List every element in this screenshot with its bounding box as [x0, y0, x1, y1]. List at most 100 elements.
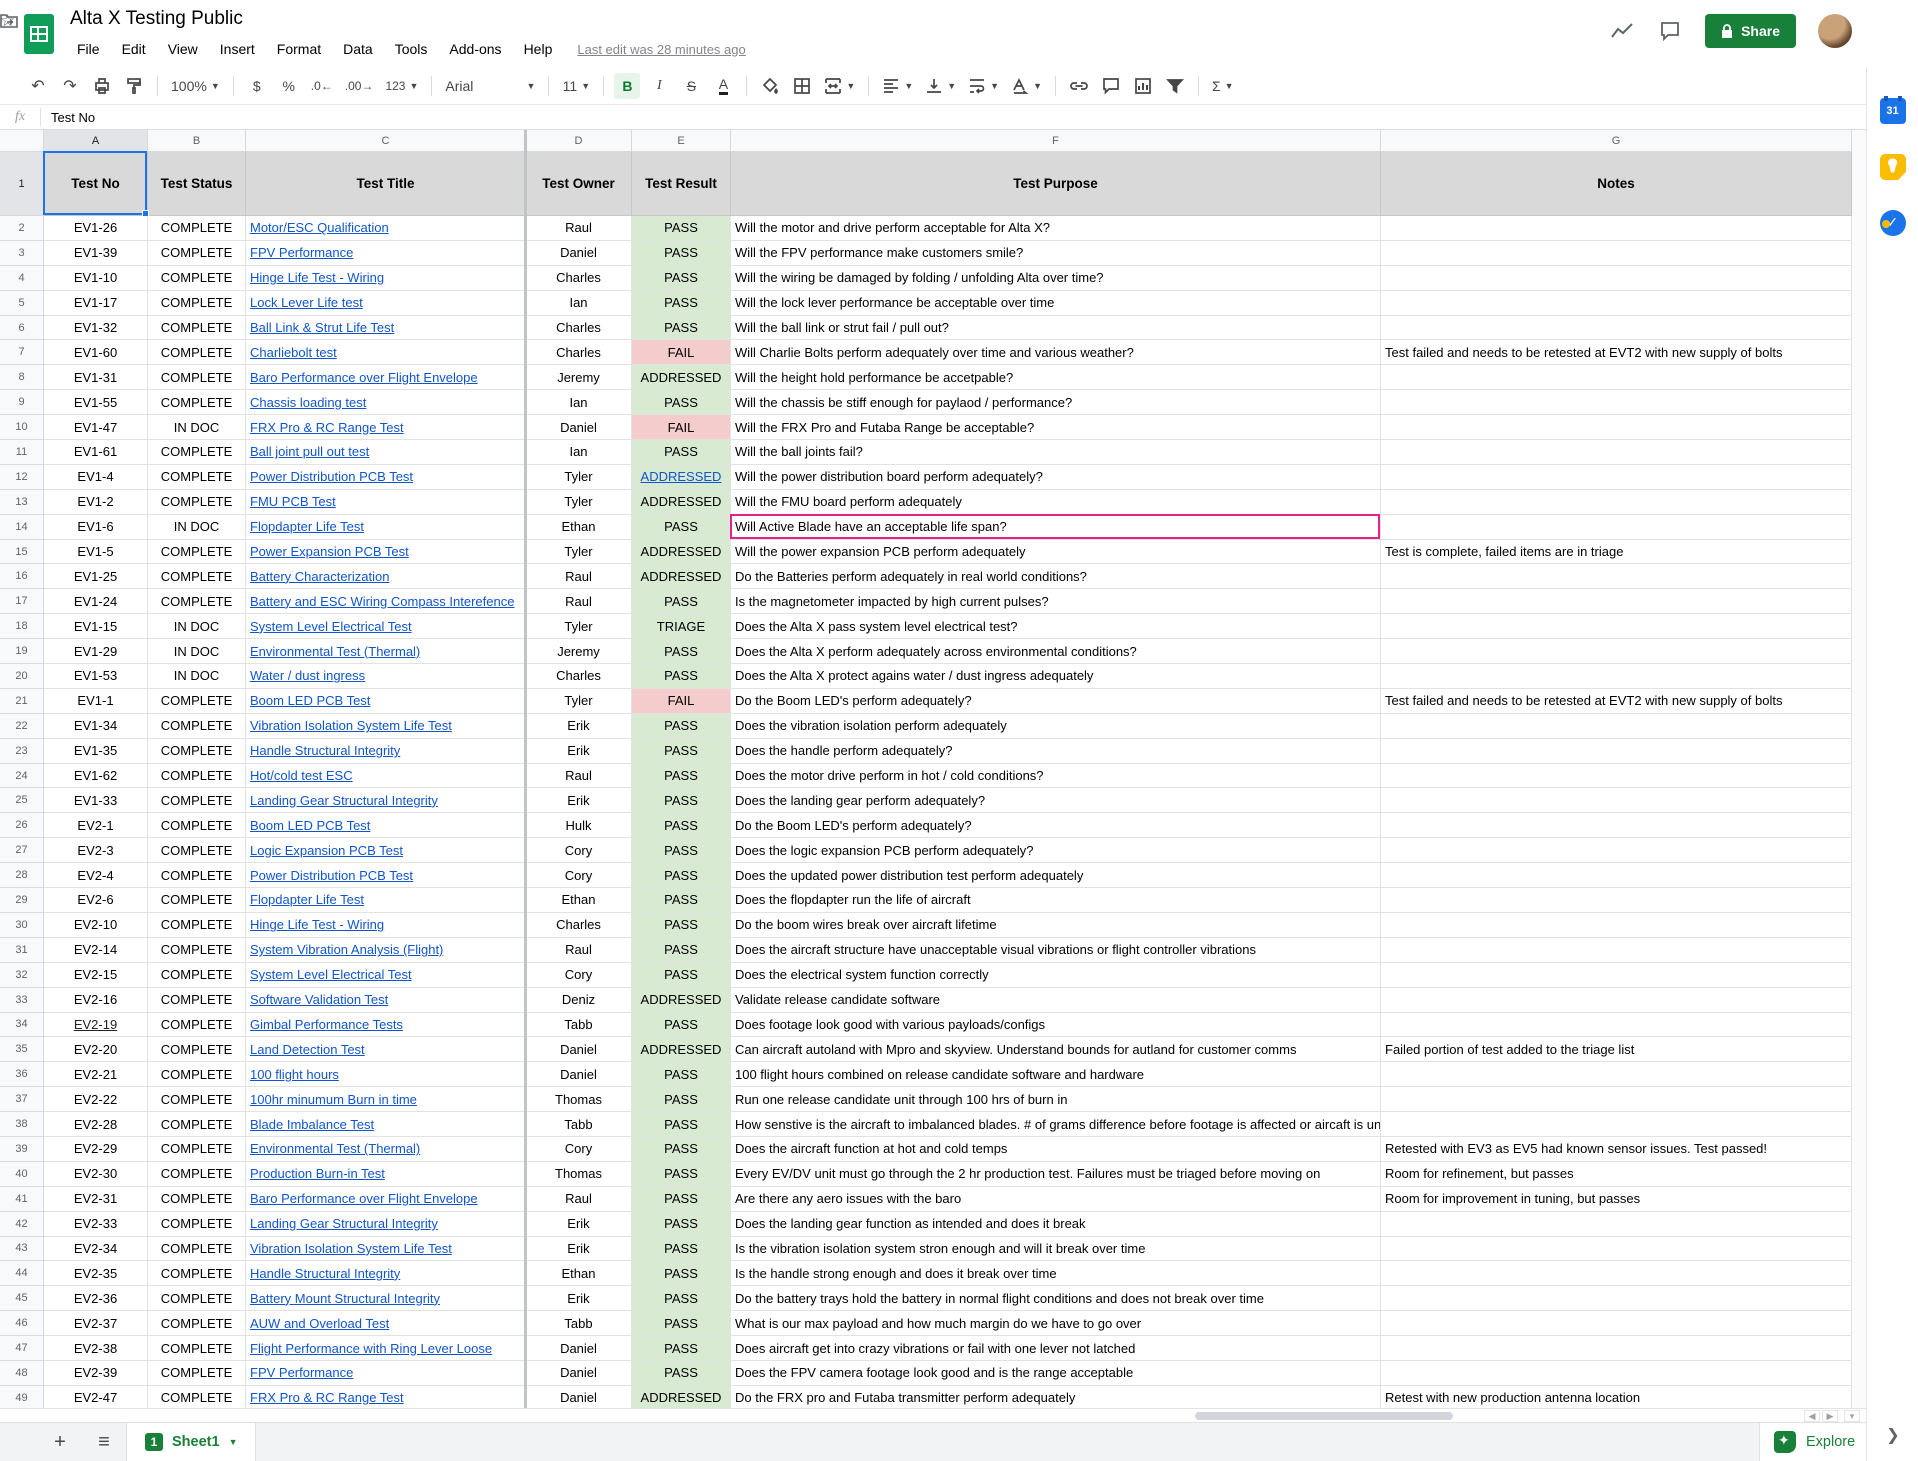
cell-C49[interactable]: FRX Pro & RC Range Test [246, 1386, 526, 1408]
cell-C7[interactable]: Charliebolt test [246, 340, 526, 365]
menu-tools[interactable]: Tools [384, 38, 439, 60]
cell-D35[interactable]: Daniel [526, 1037, 632, 1062]
cell-A27[interactable]: EV2-3 [44, 838, 148, 863]
cell-G14[interactable] [1381, 515, 1852, 540]
row-header-26[interactable]: 26 [0, 813, 44, 838]
row-header-30[interactable]: 30 [0, 913, 44, 938]
cell-E13[interactable]: ADDRESSED [632, 490, 731, 515]
cell-E49[interactable]: ADDRESSED [632, 1386, 731, 1408]
cell-C30[interactable]: Hinge Life Test - Wiring [246, 913, 526, 938]
cell-B12[interactable]: COMPLETE [148, 465, 246, 490]
cell-C5[interactable]: Lock Lever Life test [246, 291, 526, 316]
cell-E23[interactable]: PASS [632, 739, 731, 764]
cell-E26[interactable]: PASS [632, 813, 731, 838]
cell-D18[interactable]: Tyler [526, 614, 632, 639]
cell-A15[interactable]: EV1-5 [44, 540, 148, 565]
cell-D22[interactable]: Erik [526, 714, 632, 739]
cell-B48[interactable]: COMPLETE [148, 1361, 246, 1386]
cell-G46[interactable] [1381, 1311, 1852, 1336]
cell-G18[interactable] [1381, 614, 1852, 639]
sheet-tab[interactable]: 1 Sheet1 ▼ [126, 1423, 256, 1461]
cell-F18[interactable]: Does the Alta X pass system level electr… [731, 614, 1381, 639]
cell-E40[interactable]: PASS [632, 1162, 731, 1187]
cell-F24[interactable]: Does the motor drive perform in hot / co… [731, 764, 1381, 789]
cell-D44[interactable]: Ethan [526, 1261, 632, 1286]
cell-G7[interactable]: Test failed and needs to be retested at … [1381, 340, 1852, 365]
cell-E6[interactable]: PASS [632, 316, 731, 341]
cell-F13[interactable]: Will the FMU board perform adequately [731, 490, 1381, 515]
cell-C38[interactable]: Blade Imbalance Test [246, 1112, 526, 1137]
cell-G27[interactable] [1381, 838, 1852, 863]
cell-F38[interactable]: How senstive is the aircraft to imbalanc… [731, 1112, 1381, 1137]
horizontal-scroll-thumb[interactable] [1195, 1412, 1453, 1420]
cell-B35[interactable]: COMPLETE [148, 1037, 246, 1062]
cell-B2[interactable]: COMPLETE [148, 216, 246, 241]
row-header-23[interactable]: 23 [0, 739, 44, 764]
cell-A17[interactable]: EV1-24 [44, 589, 148, 614]
cell-F23[interactable]: Does the handle perform adequately? [731, 739, 1381, 764]
cell-G5[interactable] [1381, 291, 1852, 316]
cell-D8[interactable]: Jeremy [526, 365, 632, 390]
cell-A25[interactable]: EV1-33 [44, 788, 148, 813]
cell-C9[interactable]: Chassis loading test [246, 390, 526, 415]
italic-icon[interactable]: I [646, 73, 672, 99]
cell-B7[interactable]: COMPLETE [148, 340, 246, 365]
cell-C18[interactable]: System Level Electrical Test [246, 614, 526, 639]
cell-E44[interactable]: PASS [632, 1261, 731, 1286]
cell-G44[interactable] [1381, 1261, 1852, 1286]
cell-D32[interactable]: Cory [526, 963, 632, 988]
cell-C4[interactable]: Hinge Life Test - Wiring [246, 266, 526, 291]
horizontal-align-icon[interactable]: ▼ [879, 73, 916, 99]
cell-C37[interactable]: 100hr minumum Burn in time [246, 1087, 526, 1112]
keep-icon[interactable] [1880, 154, 1906, 180]
cell-F37[interactable]: Run one release candidate unit through 1… [731, 1087, 1381, 1112]
cell-G28[interactable] [1381, 863, 1852, 888]
cell-E15[interactable]: ADDRESSED [632, 540, 731, 565]
cell-D38[interactable]: Tabb [526, 1112, 632, 1137]
row-header-49[interactable]: 49 [0, 1386, 44, 1408]
cell-B43[interactable]: COMPLETE [148, 1237, 246, 1262]
move-folder-icon[interactable] [0, 13, 18, 33]
increase-decimal-icon[interactable]: .00→ [342, 73, 377, 99]
cell-B22[interactable]: COMPLETE [148, 714, 246, 739]
cell-D14[interactable]: Ethan [526, 515, 632, 540]
row-header-33[interactable]: 33 [0, 988, 44, 1013]
cell-G49[interactable]: Retest with new production antenna locat… [1381, 1386, 1852, 1408]
borders-icon[interactable] [789, 73, 815, 99]
cell-E39[interactable]: PASS [632, 1137, 731, 1162]
cell-A21[interactable]: EV1-1 [44, 689, 148, 714]
row-header-15[interactable]: 15 [0, 540, 44, 565]
cell-D45[interactable]: Erik [526, 1286, 632, 1311]
cell-F45[interactable]: Do the battery trays hold the battery in… [731, 1286, 1381, 1311]
cell-A9[interactable]: EV1-55 [44, 390, 148, 415]
cell-A49[interactable]: EV2-47 [44, 1386, 148, 1408]
redo-icon[interactable]: ↷ [57, 73, 83, 99]
document-title[interactable]: Alta X Testing Public [70, 8, 243, 30]
menu-help[interactable]: Help [513, 38, 564, 60]
row-header-38[interactable]: 38 [0, 1112, 44, 1137]
cell-D36[interactable]: Daniel [526, 1062, 632, 1087]
row-header-47[interactable]: 47 [0, 1336, 44, 1361]
cell-E4[interactable]: PASS [632, 266, 731, 291]
cell-B33[interactable]: COMPLETE [148, 988, 246, 1013]
cell-D34[interactable]: Tabb [526, 1013, 632, 1038]
row-header-40[interactable]: 40 [0, 1162, 44, 1187]
row-header-11[interactable]: 11 [0, 440, 44, 465]
cell-A28[interactable]: EV2-4 [44, 863, 148, 888]
cell-F48[interactable]: Does the FPV camera footage look good an… [731, 1361, 1381, 1386]
cell-G4[interactable] [1381, 266, 1852, 291]
cell-D16[interactable]: Raul [526, 564, 632, 589]
cell-E2[interactable]: PASS [632, 216, 731, 241]
cell-G23[interactable] [1381, 739, 1852, 764]
cell-A6[interactable]: EV1-32 [44, 316, 148, 341]
comment-history-icon[interactable] [1657, 18, 1683, 44]
last-edit-link[interactable]: Last edit was 28 minutes ago [577, 42, 745, 57]
cell-E25[interactable]: PASS [632, 788, 731, 813]
font-size-select[interactable]: 11▼ [559, 73, 593, 99]
text-color-icon[interactable]: A [710, 73, 736, 99]
cell-D10[interactable]: Daniel [526, 415, 632, 440]
cell-C34[interactable]: Gimbal Performance Tests [246, 1013, 526, 1038]
row-header-14[interactable]: 14 [0, 515, 44, 540]
row-header-42[interactable]: 42 [0, 1212, 44, 1237]
cell-G8[interactable] [1381, 365, 1852, 390]
